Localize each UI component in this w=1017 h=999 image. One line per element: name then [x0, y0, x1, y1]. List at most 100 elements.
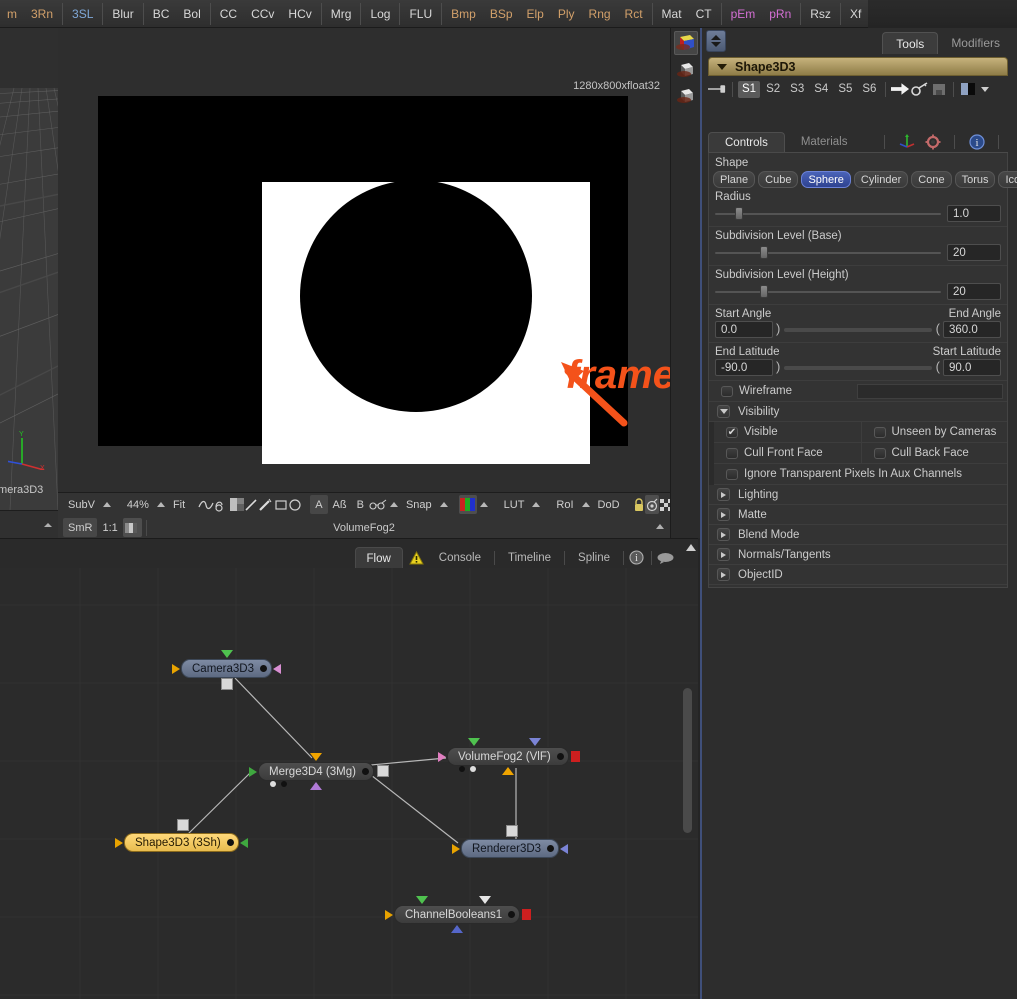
state-button-s4[interactable]: S4 — [810, 81, 832, 98]
toolbar-button-xf[interactable]: Xf — [843, 0, 868, 28]
checkbox-cell-visible[interactable]: ✔ Visible — [714, 422, 861, 443]
inspector-tab-modifiers[interactable]: Modifiers — [938, 32, 1013, 54]
slider-value-field[interactable]: 1.0 — [947, 205, 1001, 222]
node-input-port-top[interactable] — [415, 896, 428, 904]
state-button-s2[interactable]: S2 — [762, 81, 784, 98]
node-port-bottom[interactable] — [502, 767, 514, 775]
range-bar[interactable]: )( — [776, 321, 940, 337]
node-port-bottom[interactable] — [451, 925, 463, 933]
checkbox-cell-unseen-by-cameras[interactable]: Unseen by Cameras — [860, 421, 1008, 443]
slider-track[interactable] — [715, 285, 941, 298]
node-view-flag[interactable] — [506, 825, 519, 837]
toolbar-button-ply[interactable]: Ply — [551, 0, 582, 28]
node-output-dot[interactable] — [361, 768, 369, 775]
save-icon[interactable] — [929, 80, 948, 99]
zoom-caret-icon[interactable] — [156, 502, 165, 507]
shape-option-sphere[interactable]: Sphere — [801, 171, 851, 188]
preview-thumb-2[interactable] — [674, 58, 698, 82]
slider-value-field[interactable]: 20 — [947, 283, 1001, 300]
range-left-field[interactable]: 0.0 — [715, 321, 773, 338]
toolbar-button-rct[interactable]: Rct — [618, 0, 650, 28]
info-icon[interactable]: i — [629, 550, 644, 565]
node-input-port-left[interactable] — [249, 767, 257, 777]
shape-option-cube[interactable]: Cube — [758, 171, 799, 188]
flow-scroll-up-icon[interactable] — [686, 544, 696, 551]
toolbar-button-bol[interactable]: Bol — [176, 0, 207, 28]
toolbar-button-bmp[interactable]: Bmp — [444, 0, 483, 28]
node-render-flag[interactable] — [571, 751, 580, 762]
section-objectid[interactable]: ObjectID — [709, 565, 1007, 585]
node-status-dot[interactable] — [459, 766, 465, 772]
node-port-bottom[interactable] — [310, 782, 322, 790]
toolbar-button-pem[interactable]: pEm — [724, 0, 763, 28]
node-input-port-top[interactable] — [467, 738, 480, 746]
toolbar-button-rng[interactable]: Rng — [582, 0, 618, 28]
collapse-triangle-icon[interactable] — [717, 63, 727, 70]
control-tab-materials[interactable]: Materials — [785, 132, 864, 152]
visibility-section-header[interactable]: Visibility — [709, 402, 1007, 422]
expand-icon[interactable] — [717, 488, 730, 501]
shape-option-cylinder[interactable]: Cylinder — [853, 171, 909, 188]
gain-gamma-icon[interactable] — [122, 518, 142, 537]
node-status-dot[interactable] — [281, 781, 287, 787]
snap-caret-icon[interactable] — [439, 502, 448, 507]
roi-caret-icon[interactable] — [581, 502, 590, 507]
panel-spinner-button[interactable] — [706, 30, 726, 52]
toolbar-button-3sl[interactable]: 3SL — [65, 0, 100, 28]
range-handle-right[interactable]: ( — [936, 359, 940, 374]
glasses-icon[interactable] — [369, 495, 387, 514]
axis-gizmo-icon[interactable] — [897, 132, 916, 151]
control-tab-controls[interactable]: Controls — [708, 132, 785, 152]
comment-icon[interactable] — [657, 552, 674, 564]
subview-caret-icon[interactable] — [102, 502, 111, 507]
slider-knob[interactable] — [760, 246, 769, 259]
node-render-flag[interactable] — [522, 909, 531, 920]
fit-button[interactable]: Fit — [168, 495, 190, 514]
lut-button[interactable]: LUT — [499, 495, 530, 514]
toolbar-button-elp[interactable]: Elp — [520, 0, 551, 28]
slider-knob[interactable] — [760, 285, 769, 298]
viewport-3d[interactable]: Y X Camera3D3 — [0, 28, 58, 510]
subview-button[interactable]: SubV — [63, 495, 100, 514]
warning-icon[interactable] — [408, 551, 424, 565]
expand-icon[interactable] — [717, 508, 730, 521]
section-blend-mode[interactable]: Blend Mode — [709, 525, 1007, 545]
node-input-port-top[interactable] — [528, 738, 541, 746]
node-merge3d4[interactable]: Merge3D4 (3Mg) — [258, 762, 374, 781]
checkbox-cell-cull-front-face[interactable]: Cull Front Face — [714, 443, 861, 464]
flow-tab-spline[interactable]: Spline — [567, 547, 621, 569]
node-header-bar[interactable]: Shape3D3 — [708, 57, 1008, 76]
text-a-button[interactable]: A — [310, 495, 328, 514]
node-output-port-right[interactable] — [273, 664, 281, 674]
smoothresize-button[interactable]: SmR — [63, 518, 98, 537]
node-input-port-left[interactable] — [172, 664, 180, 674]
zoom-level-label[interactable]: 44% — [122, 495, 154, 514]
node-output-dot[interactable] — [260, 665, 267, 672]
toolbar-button-ct[interactable]: CT — [689, 0, 719, 28]
expand-icon[interactable] — [717, 568, 730, 581]
toolbar-button-mat[interactable]: Mat — [655, 0, 689, 28]
toolbar-button-prn[interactable]: pRn — [762, 0, 798, 28]
node-output-port-right[interactable] — [560, 844, 568, 854]
color-dropdown-caret-icon[interactable] — [981, 86, 990, 92]
state-button-s6[interactable]: S6 — [858, 81, 880, 98]
range-handle-left[interactable]: ) — [776, 359, 780, 374]
node-view-flag[interactable] — [377, 765, 389, 777]
preview-thumb-1[interactable] — [674, 31, 698, 55]
line-tool-icon[interactable] — [244, 495, 258, 514]
viewer-expand-caret-icon[interactable] — [656, 524, 664, 529]
checkbox-cell-cull-back-face[interactable]: Cull Back Face — [860, 442, 1008, 464]
range-handle-left[interactable]: ) — [776, 321, 780, 336]
node-input-port-top[interactable] — [478, 896, 491, 904]
color-swatch-icon[interactable] — [959, 80, 978, 99]
node-input-port-left[interactable] — [438, 752, 446, 762]
expand-icon[interactable] — [717, 528, 730, 541]
aspect-ratio-button[interactable]: 1:1 — [97, 518, 122, 537]
checker-split-icon[interactable] — [230, 495, 245, 514]
info-icon[interactable]: i — [967, 132, 986, 151]
toolbar-button-bsp[interactable]: BSp — [483, 0, 520, 28]
node-output-dot[interactable] — [226, 839, 234, 846]
wireframe-checkbox-cell[interactable]: Wireframe — [709, 381, 857, 402]
toolbar-button-bc[interactable]: BC — [146, 0, 177, 28]
visibility-expand-icon[interactable] — [717, 405, 730, 418]
